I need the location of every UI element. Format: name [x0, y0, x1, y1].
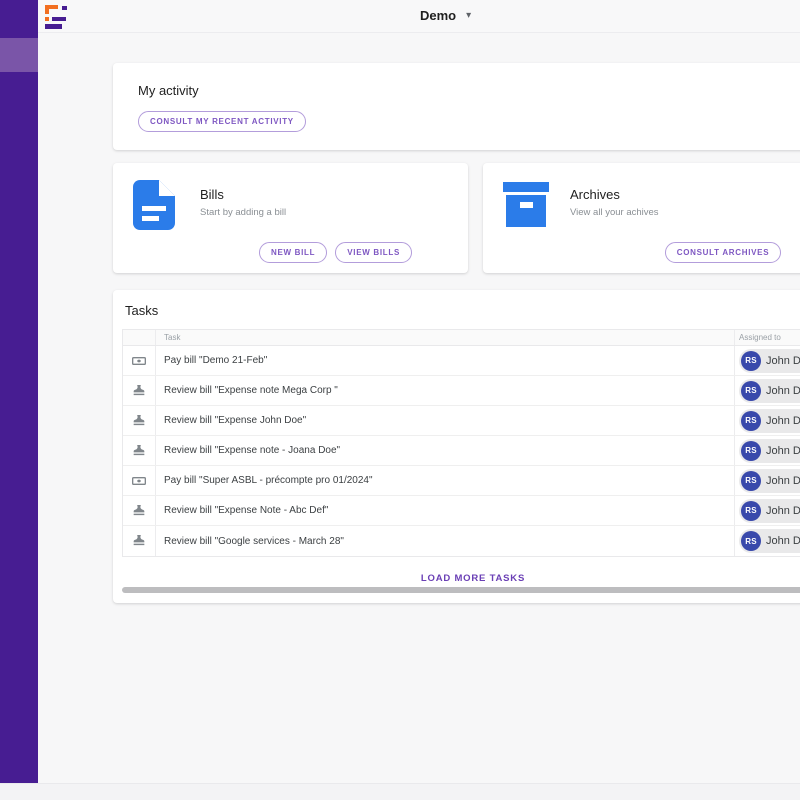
assignee-name: John Doe: [766, 475, 800, 487]
assignee-name: John Doe: [766, 445, 800, 457]
avatar: RS: [741, 501, 761, 521]
task-label: Pay bill "Super ASBL - précompte pro 01/…: [156, 475, 734, 486]
my-activity-card: My activity CONSULT MY RECENT ACTIVITY: [113, 63, 800, 150]
assignee-name: John Doe: [766, 535, 800, 547]
stamp-icon: [131, 413, 147, 429]
tasks-title: Tasks: [125, 303, 800, 318]
bills-subtitle: Start by adding a bill: [200, 207, 286, 218]
avatar: RS: [741, 351, 761, 371]
consult-archives-button[interactable]: CONSULT ARCHIVES: [665, 242, 782, 263]
archives-subtitle: View all your achives: [570, 207, 659, 218]
tasks-table-header: Task Assigned to: [123, 330, 800, 346]
top-bar: Demo ▾: [0, 0, 800, 33]
banknote-icon: [131, 353, 147, 369]
workspace-selector[interactable]: Demo ▾: [420, 8, 471, 23]
avatar: RS: [741, 441, 761, 461]
archive-box-icon: [503, 180, 545, 230]
task-label: Review bill "Expense John Doe": [156, 415, 734, 426]
task-table-body: Pay bill "Demo 21-Feb" RS John Doe Revie…: [123, 346, 800, 556]
document-icon: [133, 180, 175, 230]
banknote-icon: [131, 473, 147, 489]
archives-card: Archives View all your achives CONSULT A…: [483, 163, 800, 273]
stamp-icon: [131, 383, 147, 399]
assignee-chip[interactable]: RS John Doe: [739, 529, 800, 553]
sidebar: [0, 0, 38, 783]
assignee-chip[interactable]: RS John Doe: [739, 499, 800, 523]
view-bills-button[interactable]: VIEW BILLS: [335, 242, 412, 263]
table-row[interactable]: Pay bill "Demo 21-Feb" RS John Doe: [123, 346, 800, 376]
tasks-table: Task Assigned to Pay bill "Demo 21-Feb" …: [122, 329, 800, 557]
assignee-chip[interactable]: RS John Doe: [739, 469, 800, 493]
task-label: Pay bill "Demo 21-Feb": [156, 355, 734, 366]
table-row[interactable]: Review bill "Google services - March 28"…: [123, 526, 800, 556]
app-logo-icon[interactable]: [45, 5, 71, 29]
consult-recent-activity-button[interactable]: CONSULT MY RECENT ACTIVITY: [138, 111, 306, 132]
task-label: Review bill "Expense note Mega Corp ": [156, 385, 734, 396]
task-label: Review bill "Expense Note - Abc Def": [156, 505, 734, 516]
table-row[interactable]: Review bill "Expense note Mega Corp " RS…: [123, 376, 800, 406]
chevron-down-icon: ▾: [466, 10, 471, 21]
my-activity-title: My activity: [138, 83, 800, 98]
avatar: RS: [741, 531, 761, 551]
table-row[interactable]: Review bill "Expense John Doe" RS John D…: [123, 406, 800, 436]
stamp-icon: [131, 503, 147, 519]
bottom-strip: [0, 783, 800, 800]
task-label: Review bill "Google services - March 28": [156, 536, 734, 547]
table-row[interactable]: Review bill "Expense note - Joana Doe" R…: [123, 436, 800, 466]
avatar: RS: [741, 381, 761, 401]
header-assigned-column: Assigned to: [734, 330, 800, 345]
archives-title: Archives: [570, 187, 659, 202]
assignee-name: John Doe: [766, 385, 800, 397]
assignee-chip[interactable]: RS John Doe: [739, 379, 800, 403]
avatar: RS: [741, 471, 761, 491]
bills-card: Bills Start by adding a bill NEW BILL VI…: [113, 163, 468, 273]
task-label: Review bill "Expense note - Joana Doe": [156, 445, 734, 456]
assignee-chip[interactable]: RS John Doe: [739, 409, 800, 433]
bills-title: Bills: [200, 187, 286, 202]
header-icon-column: [123, 330, 156, 345]
horizontal-scrollbar[interactable]: [122, 587, 800, 593]
load-more-tasks-button[interactable]: LOAD MORE TASKS: [413, 569, 533, 588]
stamp-icon: [131, 443, 147, 459]
new-bill-button[interactable]: NEW BILL: [259, 242, 327, 263]
horizontal-scrollbar-thumb[interactable]: [122, 587, 800, 593]
assignee-chip[interactable]: RS John Doe: [739, 349, 800, 373]
workspace-name: Demo: [420, 8, 456, 23]
tasks-card: Tasks Task Assigned to Pay bill "Demo 21…: [113, 290, 800, 603]
assignee-name: John Doe: [766, 505, 800, 517]
table-row[interactable]: Review bill "Expense Note - Abc Def" RS …: [123, 496, 800, 526]
assignee-chip[interactable]: RS John Doe: [739, 439, 800, 463]
assignee-name: John Doe: [766, 355, 800, 367]
assignee-name: John Doe: [766, 415, 800, 427]
stamp-icon: [131, 533, 147, 549]
sidebar-item-active[interactable]: [0, 38, 38, 72]
header-task-column: Task: [156, 333, 734, 342]
avatar: RS: [741, 411, 761, 431]
table-row[interactable]: Pay bill "Super ASBL - précompte pro 01/…: [123, 466, 800, 496]
